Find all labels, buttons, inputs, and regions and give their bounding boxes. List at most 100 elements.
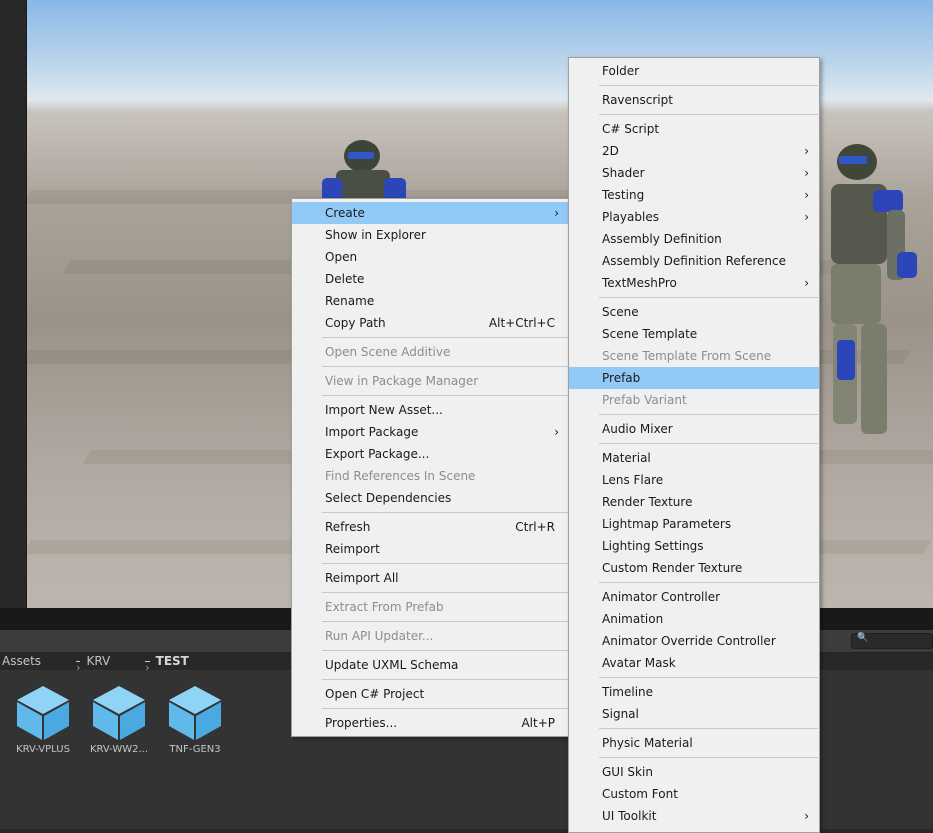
create-menu-item-custom-font[interactable]: Custom Font: [569, 783, 819, 805]
chevron-right-icon: ›: [804, 144, 809, 158]
create-menu-item-c-script[interactable]: C# Script: [569, 118, 819, 140]
menu-separator: [599, 728, 818, 729]
create-menu-item-physic-material[interactable]: Physic Material: [569, 732, 819, 754]
menu-item-label: Export Package...: [325, 447, 430, 461]
menu-item-label: Material: [602, 451, 651, 465]
menu-item-label: Delete: [325, 272, 365, 286]
create-menu-item-animation[interactable]: Animation: [569, 608, 819, 630]
menu-item-label: Import Package: [325, 425, 419, 439]
menu-item-label: Update UXML Schema: [325, 658, 459, 672]
menu-separator: [322, 563, 568, 564]
create-menu-item-scene-template[interactable]: Scene Template: [569, 323, 819, 345]
context-menu: Create › Show in Explorer Open Delete Rename C…: [291, 198, 570, 737]
context-menu-item-update-uxml-schema[interactable]: Update UXML Schema: [292, 654, 569, 676]
breadcrumb-item-krv[interactable]: KRV: [86, 654, 110, 668]
soldier-model-right[interactable]: [817, 140, 933, 440]
create-menu-item-2d[interactable]: 2D ›: [569, 140, 819, 162]
create-menu-item-signal[interactable]: Signal: [569, 703, 819, 725]
create-menu-item-lighting-settings[interactable]: Lighting Settings: [569, 535, 819, 557]
create-menu-item-folder[interactable]: Folder: [569, 60, 819, 82]
create-menu-item-ravenscript[interactable]: Ravenscript: [569, 89, 819, 111]
menu-item-label: TextMeshPro: [602, 276, 677, 290]
context-menu-item-open[interactable]: Open: [292, 246, 569, 268]
create-menu-item-custom-render-texture[interactable]: Custom Render Texture: [569, 557, 819, 579]
create-menu-item-assembly-definition[interactable]: Assembly Definition: [569, 228, 819, 250]
context-menu-item-refresh[interactable]: Refresh Ctrl+R: [292, 516, 569, 538]
create-menu-item-shader[interactable]: Shader ›: [569, 162, 819, 184]
menu-item-label: Physic Material: [602, 736, 693, 750]
create-menu-item-render-texture[interactable]: Render Texture: [569, 491, 819, 513]
context-menu-item-export-package[interactable]: Export Package...: [292, 443, 569, 465]
menu-separator: [322, 512, 568, 513]
search-icon: 🔍: [857, 633, 869, 643]
context-menu-item-rename[interactable]: Rename: [292, 290, 569, 312]
menu-item-label: Properties...: [325, 716, 398, 730]
create-menu-item-prefab-variant: Prefab Variant: [569, 389, 819, 411]
menu-item-label: Reimport: [325, 542, 380, 556]
create-menu-item-lens-flare[interactable]: Lens Flare: [569, 469, 819, 491]
asset-label: KRV-WW2...: [89, 744, 149, 755]
create-menu-item-prefab[interactable]: Prefab: [569, 367, 819, 389]
context-menu-item-show-in-explorer[interactable]: Show in Explorer: [292, 224, 569, 246]
prefab-cube-icon: [17, 686, 69, 740]
create-menu-item-material[interactable]: Material: [569, 447, 819, 469]
menu-item-label: Prefab: [602, 371, 641, 385]
menu-item-label: Lightmap Parameters: [602, 517, 732, 531]
breadcrumb-item-test[interactable]: TEST: [156, 654, 189, 668]
create-menu-item-avatar-mask[interactable]: Avatar Mask: [569, 652, 819, 674]
menu-item-label: Open: [325, 250, 358, 264]
menu-item-label: 2D: [602, 144, 619, 158]
create-menu-item-animator-override-controller[interactable]: Animator Override Controller: [569, 630, 819, 652]
context-menu-item-copy-path[interactable]: Copy Path Alt+Ctrl+C: [292, 312, 569, 334]
context-menu-item-open-c-project[interactable]: Open C# Project: [292, 683, 569, 705]
menu-item-label: Signal: [602, 707, 639, 721]
create-menu-item-testing[interactable]: Testing ›: [569, 184, 819, 206]
breadcrumb-item-assets[interactable]: Assets: [2, 654, 41, 668]
create-menu-item-scene-template-from-scene: Scene Template From Scene: [569, 345, 819, 367]
create-menu-item-timeline[interactable]: Timeline: [569, 681, 819, 703]
menu-separator: [599, 757, 818, 758]
create-menu-item-lightmap-parameters[interactable]: Lightmap Parameters: [569, 513, 819, 535]
create-menu-item-playables[interactable]: Playables ›: [569, 206, 819, 228]
asset-item[interactable]: TNF-GEN3: [160, 684, 230, 755]
menu-item-label: Lens Flare: [602, 473, 664, 487]
prefab-cube-icon: [93, 686, 145, 740]
asset-item[interactable]: KRV-VPLUS: [8, 684, 78, 755]
menu-item-label: GUI Skin: [602, 765, 653, 779]
context-menu-item-properties[interactable]: Properties... Alt+P: [292, 712, 569, 734]
create-menu-item-scene[interactable]: Scene: [569, 301, 819, 323]
menu-item-label: Copy Path: [325, 316, 386, 330]
menu-item-label: Playables: [602, 210, 659, 224]
create-menu-item-assembly-definition-reference[interactable]: Assembly Definition Reference: [569, 250, 819, 272]
context-menu-item-reimport[interactable]: Reimport: [292, 538, 569, 560]
menu-item-label: Scene Template From Scene: [602, 349, 772, 363]
menu-item-label: Ravenscript: [602, 93, 673, 107]
menu-item-label: Assembly Definition: [602, 232, 722, 246]
context-menu-item-delete[interactable]: Delete: [292, 268, 569, 290]
chevron-right-icon: ›: [804, 166, 809, 180]
create-menu-item-textmeshpro[interactable]: TextMeshPro ›: [569, 272, 819, 294]
menu-separator: [599, 114, 818, 115]
create-menu-item-audio-mixer[interactable]: Audio Mixer: [569, 418, 819, 440]
asset-label: KRV-VPLUS: [16, 744, 70, 755]
context-menu-item-import-package[interactable]: Import Package ›: [292, 421, 569, 443]
menu-separator: [322, 395, 568, 396]
menu-item-label: Scene: [602, 305, 639, 319]
search-input[interactable]: 🔍: [851, 633, 933, 649]
menu-item-label: Refresh: [325, 520, 371, 534]
context-menu-item-import-new-asset[interactable]: Import New Asset...: [292, 399, 569, 421]
context-menu-item-reimport-all[interactable]: Reimport All: [292, 567, 569, 589]
create-menu-item-ui-toolkit[interactable]: UI Toolkit ›: [569, 805, 819, 827]
asset-item[interactable]: KRV-WW2...: [84, 684, 154, 755]
menu-item-label: Custom Render Texture: [602, 561, 743, 575]
menu-item-label: Lighting Settings: [602, 539, 704, 553]
create-menu-item-animator-controller[interactable]: Animator Controller: [569, 586, 819, 608]
menu-item-label: Open Scene Additive: [325, 345, 451, 359]
menu-item-label: Audio Mixer: [602, 422, 673, 436]
asset-label: TNF-GEN3: [169, 744, 221, 755]
menu-item-label: Select Dependencies: [325, 491, 452, 505]
context-menu-item-create[interactable]: Create ›: [292, 202, 569, 224]
create-menu-item-gui-skin[interactable]: GUI Skin: [569, 761, 819, 783]
menu-separator: [322, 337, 568, 338]
context-menu-item-select-dependencies[interactable]: Select Dependencies: [292, 487, 569, 509]
